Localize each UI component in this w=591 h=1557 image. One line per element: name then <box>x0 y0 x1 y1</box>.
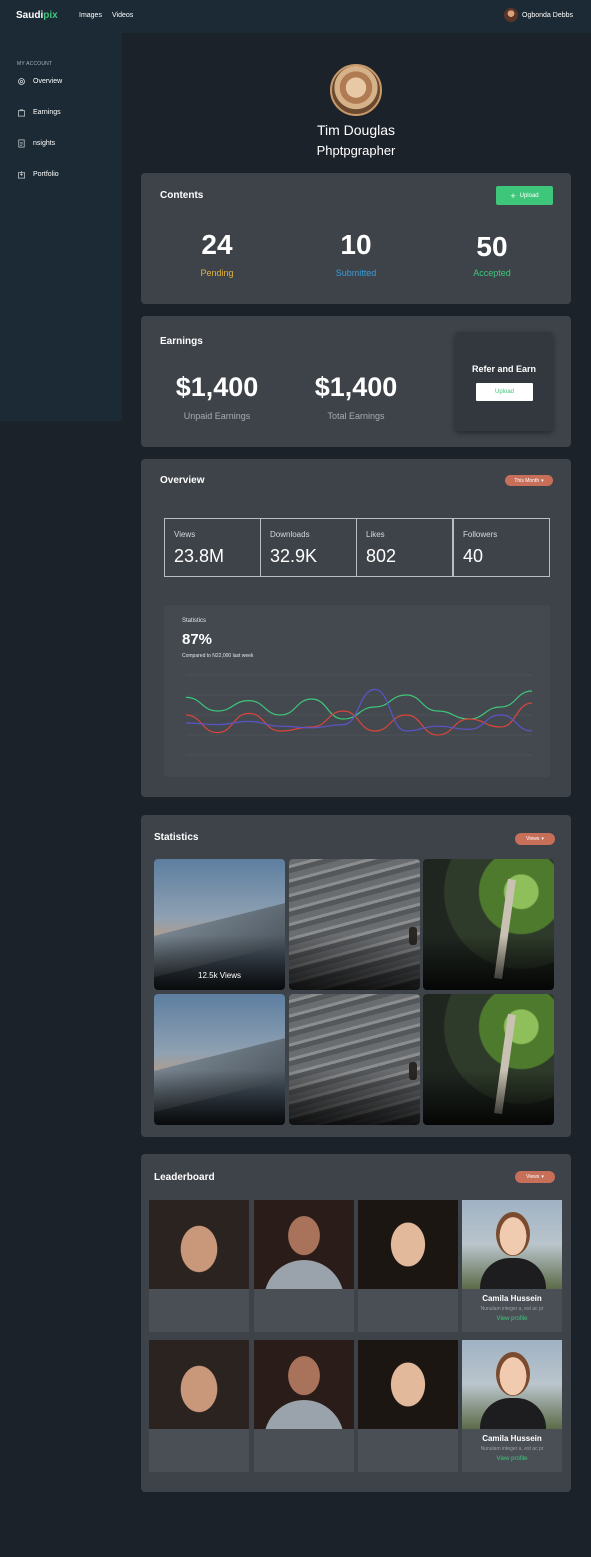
caret-down-icon: ▾ <box>541 1174 544 1180</box>
user-photo <box>462 1340 562 1429</box>
leaderboard-user-card[interactable] <box>358 1200 458 1332</box>
user-photo <box>254 1340 354 1429</box>
metric-followers: Followers 40 <box>453 518 550 577</box>
sidebar-item-overview[interactable]: Overview <box>17 77 62 86</box>
pending-label: Pending <box>200 268 234 278</box>
line-chart-plot <box>185 674 533 756</box>
profile-name: Tim Douglas <box>316 122 396 138</box>
metric-likes: Likes 802 <box>356 518 453 577</box>
plus-icon: + <box>510 190 516 201</box>
sidebar-heading: MY ACCOUNT <box>17 61 53 67</box>
bag-icon <box>17 108 26 117</box>
profile-role: Phptpgrapher <box>316 143 396 158</box>
sidebar-item-label: Portfolio <box>33 171 59 178</box>
unpaid-earnings-value: $1,400 <box>175 372 259 402</box>
nav-images[interactable]: Images <box>79 12 102 19</box>
stat-tile[interactable] <box>423 994 554 1125</box>
statistics-chart: Statistics 87% Compared to N22,000 last … <box>164 605 550 777</box>
view-profile-link[interactable]: View profile <box>462 1316 562 1322</box>
nav-videos[interactable]: Videos <box>112 12 133 19</box>
user-menu[interactable]: Ogbonda Debbs <box>504 8 573 22</box>
user-description: Nunulam integer a, est ac pr <box>480 1306 544 1312</box>
metric-downloads: Downloads 32.9K <box>260 518 357 577</box>
view-profile-link[interactable]: View profile <box>462 1456 562 1462</box>
user-photo <box>149 1340 249 1429</box>
user-photo <box>462 1200 562 1289</box>
leaderboard-user-card[interactable] <box>149 1340 249 1472</box>
overview-title: Overview <box>160 475 205 486</box>
accepted-label: Accepted <box>473 268 511 278</box>
brand-logo[interactable]: Saudipix <box>16 10 58 21</box>
leaderboard-user-card[interactable] <box>254 1340 354 1472</box>
user-description: Nunulam integer a, est ac pr <box>480 1446 544 1452</box>
upload-button[interactable]: + Upload <box>496 186 553 205</box>
statistics-filter-dropdown[interactable]: Views ▾ <box>515 833 555 845</box>
total-earnings-value: $1,400 <box>314 372 398 402</box>
sidebar: MY ACCOUNT Overview Earnings nsights Por… <box>0 33 122 421</box>
user-photo <box>358 1200 458 1289</box>
sidebar-item-insights[interactable]: nsights <box>17 139 55 148</box>
contents-title: Contents <box>160 190 204 201</box>
sidebar-item-earnings[interactable]: Earnings <box>17 108 61 117</box>
total-earnings-label: Total Earnings <box>327 411 385 421</box>
stat-tile[interactable] <box>423 859 554 990</box>
document-icon <box>17 139 26 148</box>
gear-icon <box>17 77 26 86</box>
leaderboard-title: Leaderboard <box>154 1172 215 1183</box>
sidebar-item-label: Overview <box>33 78 63 85</box>
leaderboard-user-card[interactable] <box>254 1200 354 1332</box>
sidebar-item-portfolio[interactable]: Portfolio <box>17 170 59 179</box>
overview-filter-dropdown[interactable]: This Month ▾ <box>505 475 553 486</box>
user-photo <box>254 1200 354 1289</box>
user-name: Camila Hussein <box>482 1434 542 1443</box>
submitted-label: Submitted <box>335 268 377 278</box>
leaderboard-filter-dropdown[interactable]: Views ▾ <box>515 1171 555 1183</box>
metric-views: Views 23.8M <box>164 518 261 577</box>
statistics-title: Statistics <box>154 832 199 843</box>
portfolio-icon <box>17 170 26 179</box>
stat-tile[interactable]: 12.5k Views <box>154 859 285 990</box>
sidebar-item-label: nsights <box>33 140 56 147</box>
refer-title: Refer and Earn <box>471 364 537 374</box>
chart-series-line-2 <box>185 688 533 732</box>
earnings-title: Earnings <box>160 336 203 347</box>
leaderboard-user-card[interactable] <box>149 1200 249 1332</box>
unpaid-earnings-label: Unpaid Earnings <box>183 411 251 421</box>
refer-upload-button[interactable]: Upload <box>476 383 533 401</box>
leaderboard-user-card-featured[interactable]: Camila Hussein Nunulam integer a, est ac… <box>462 1340 562 1472</box>
user-photo <box>358 1340 458 1429</box>
stat-tile[interactable] <box>289 859 420 990</box>
caret-down-icon: ▾ <box>541 836 544 842</box>
user-avatar <box>504 8 519 22</box>
refer-and-earn-box: Refer and Earn Upload <box>455 332 553 431</box>
profile-avatar[interactable] <box>330 64 382 116</box>
sidebar-item-label: Earnings <box>33 109 61 116</box>
user-name: Ogbonda Debbs <box>522 11 573 19</box>
user-photo <box>149 1200 249 1289</box>
leaderboard-user-card[interactable] <box>358 1340 458 1472</box>
caret-down-icon: ▾ <box>541 477 544 484</box>
stat-tile[interactable] <box>154 994 285 1125</box>
user-name: Camila Hussein <box>482 1294 542 1303</box>
submitted-count: 10 <box>340 229 372 260</box>
accepted-count: 50 <box>476 231 508 262</box>
leaderboard-user-card-featured[interactable]: Camila Hussein Nunulam integer a, est ac… <box>462 1200 562 1332</box>
top-bar: Saudipix Images Videos Ogbonda Debbs <box>0 0 591 33</box>
stat-tile[interactable] <box>289 994 420 1125</box>
pending-count: 24 <box>201 229 233 260</box>
